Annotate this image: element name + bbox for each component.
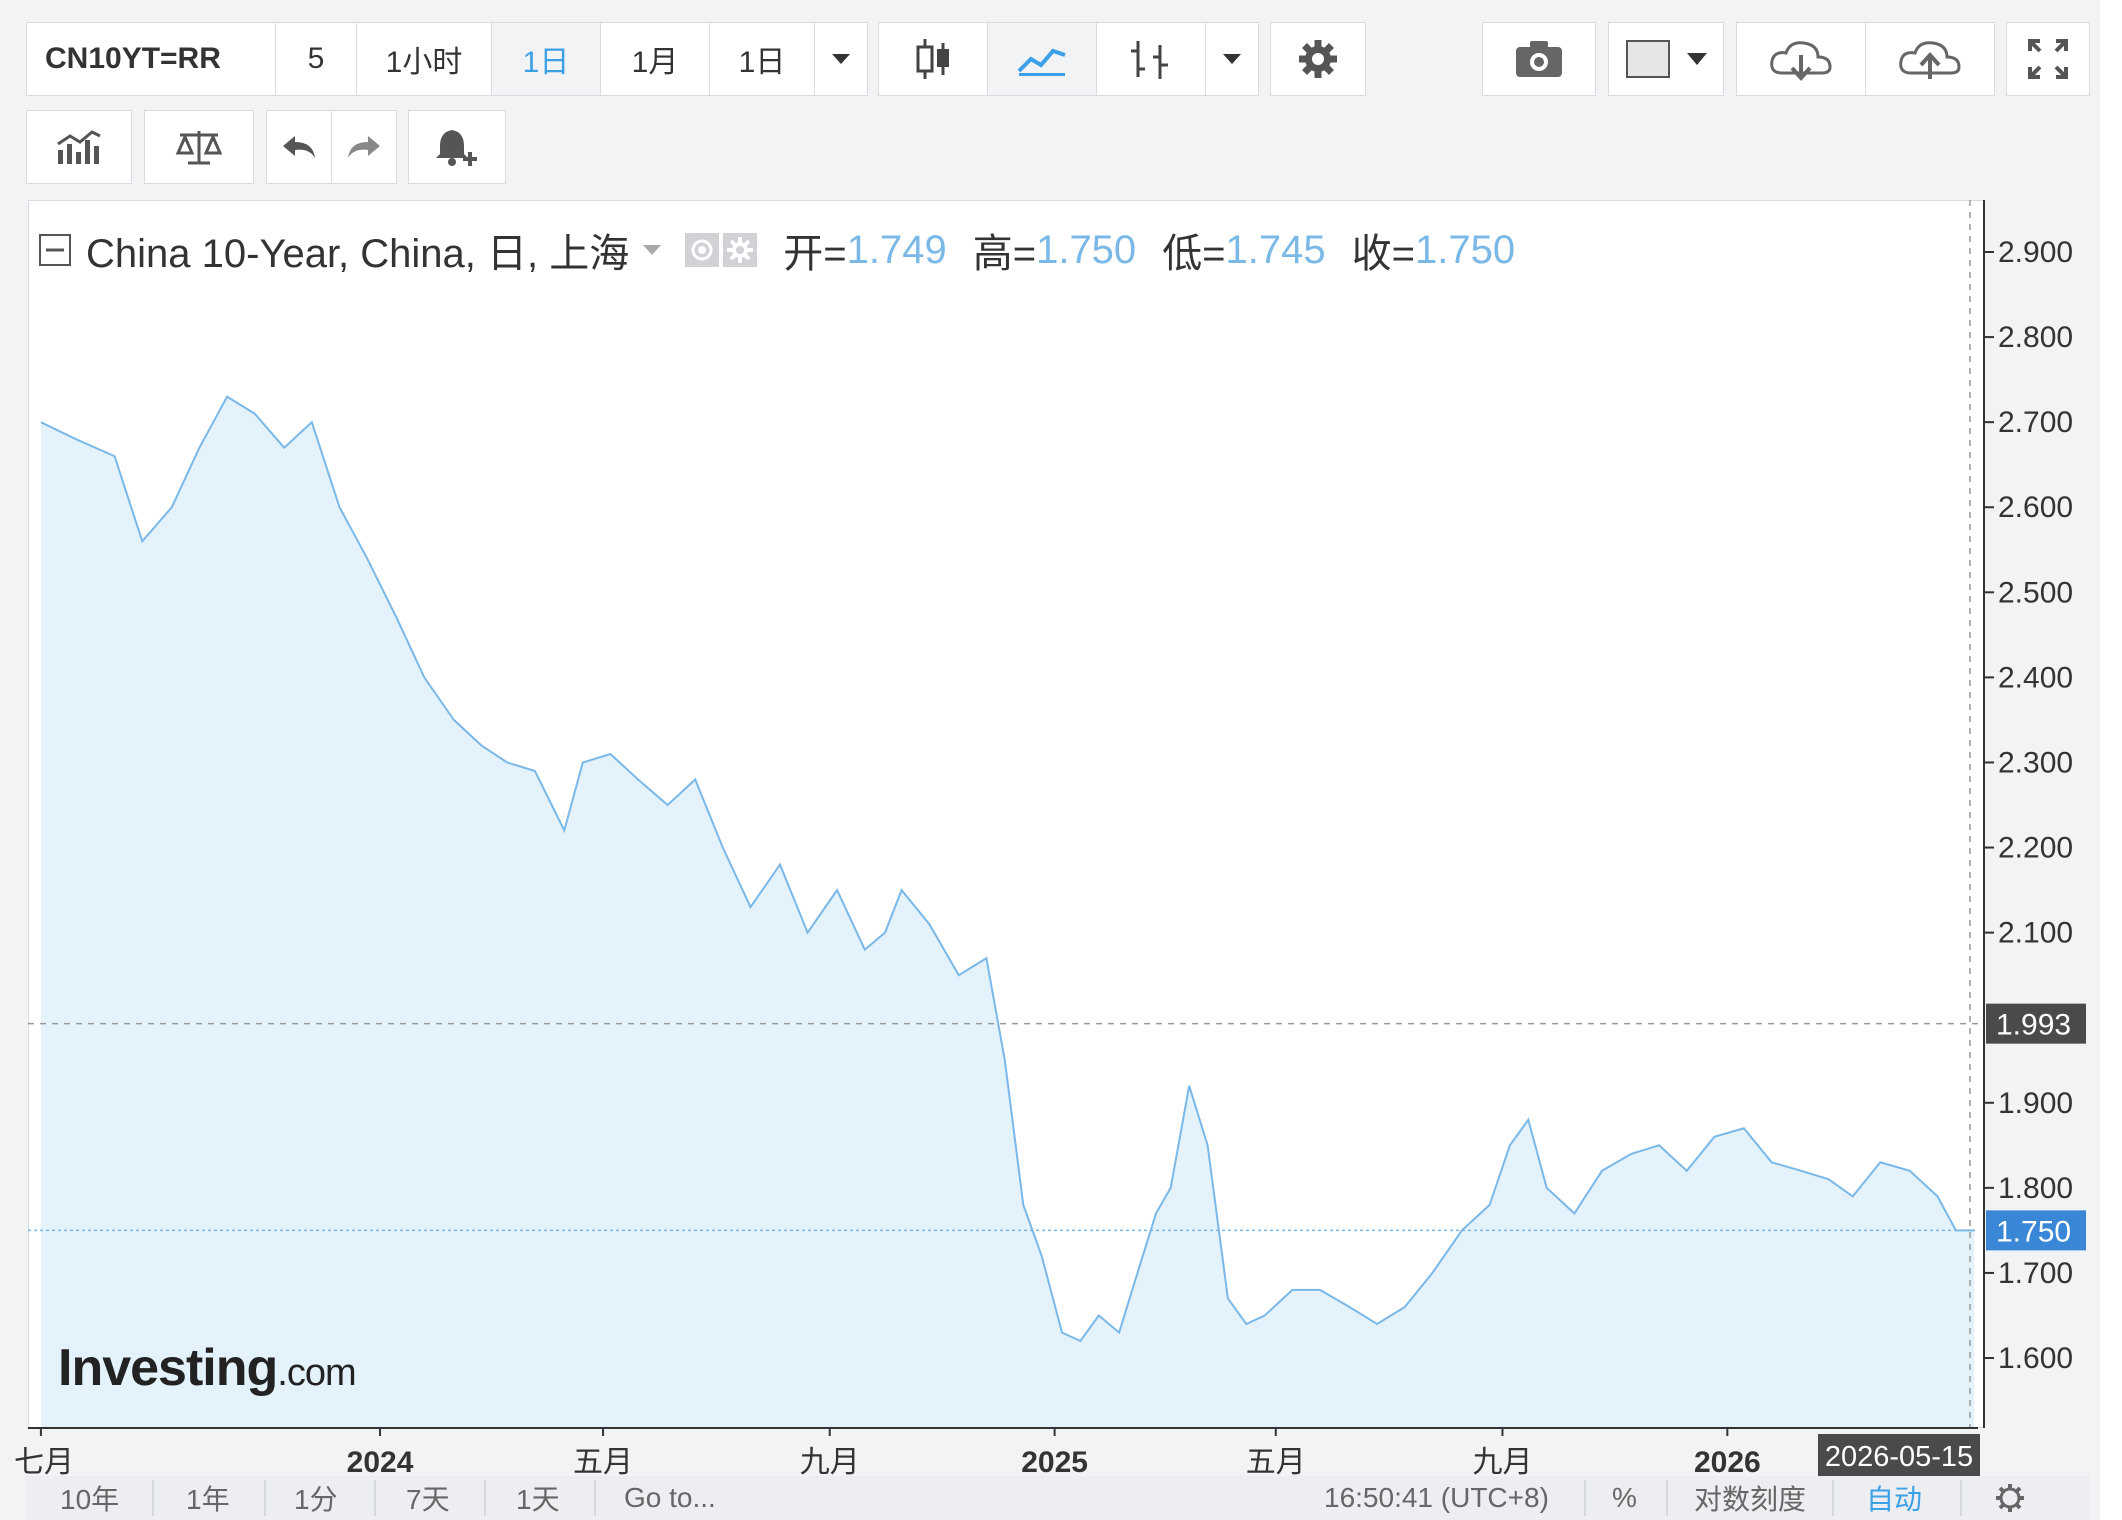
separator — [484, 1480, 486, 1516]
chevron-down-icon[interactable] — [641, 243, 663, 257]
y-tick-label: 1.700 — [1998, 1257, 2073, 1290]
area-layer — [28, 200, 1978, 1429]
separator — [152, 1480, 154, 1516]
x-tick-label: 九月 — [800, 1446, 860, 1479]
x-tick-label: 五月 — [1246, 1446, 1306, 1479]
y-tick-label: 1.600 — [1998, 1342, 2073, 1375]
auto-scale-toggle[interactable]: 自动 — [1866, 1476, 1922, 1520]
close-label: 收= — [1351, 232, 1416, 276]
x-tick-label: 2025 — [1021, 1446, 1088, 1479]
y-tick-label: 2.300 — [1998, 746, 2073, 779]
separator — [374, 1480, 376, 1516]
separator — [594, 1480, 596, 1516]
crosshair-price-label: 1.993 — [1996, 1009, 2071, 1042]
y-tick-label: 2.700 — [1998, 406, 2073, 439]
eye-icon[interactable] — [685, 233, 720, 267]
high-value: 1.750 — [1036, 227, 1137, 272]
series-title[interactable]: China 10-Year, China, 日, 上海 — [86, 221, 629, 279]
x-tick-label: 五月 — [573, 1446, 633, 1479]
y-tick-label: 2.900 — [1998, 236, 2073, 269]
gear-icon[interactable] — [723, 233, 758, 267]
range-1d[interactable]: 1天 — [516, 1476, 560, 1520]
y-tick-label: 2.200 — [1998, 832, 2073, 865]
logo-main: Investing — [58, 1339, 278, 1397]
separator — [264, 1480, 266, 1516]
low-value: 1.745 — [1225, 227, 1326, 272]
separator — [1960, 1480, 1962, 1516]
range-1y[interactable]: 1年 — [186, 1476, 230, 1520]
open-label: 开= — [783, 232, 847, 276]
y-tick-label: 2.800 — [1998, 321, 2073, 354]
x-axis: 七月 2024 五月 九月 2025 五月 九月 2026 — [14, 1427, 1978, 1479]
y-tick-label: 2.100 — [1998, 917, 2073, 950]
percent-toggle[interactable]: % — [1612, 1476, 1637, 1520]
chart-legend: China 10-Year, China, 日, 上海 开= 1.749 高= 1.… — [38, 220, 1515, 280]
x-tick-label: 2026 — [1694, 1446, 1761, 1479]
open-value: 1.749 — [846, 227, 947, 272]
range-1min[interactable]: 1分 — [294, 1476, 338, 1520]
clock-time: 16:50:41 (UTC+8) — [1324, 1482, 1549, 1513]
y-tick-label: 2.500 — [1998, 576, 2073, 609]
x-tick-label: 2024 — [347, 1446, 414, 1479]
crosshair-date-label: 2026-05-15 — [1825, 1441, 1973, 1473]
log-scale-toggle[interactable]: 对数刻度 — [1694, 1476, 1806, 1520]
collapse-icon[interactable] — [38, 233, 72, 267]
last-price-label: 1.750 — [1996, 1215, 2071, 1248]
high-label: 高= — [972, 232, 1037, 276]
separator — [1832, 1480, 1834, 1516]
price-area-fill — [40, 396, 1975, 1429]
gear-icon — [1996, 1484, 2024, 1512]
low-label: 低= — [1162, 232, 1226, 276]
range-7d[interactable]: 7天 — [406, 1476, 450, 1520]
x-tick-label: 七月 — [14, 1446, 74, 1479]
y-tick-label: 1.900 — [1998, 1087, 2073, 1120]
investing-logo: Investing.com — [58, 1338, 357, 1398]
y-tick-label: 2.400 — [1998, 661, 2073, 694]
separator — [1584, 1480, 1586, 1516]
range-10y[interactable]: 10年 — [60, 1476, 119, 1520]
y-tick-label: 1.800 — [1998, 1172, 2073, 1205]
close-value: 1.750 — [1415, 227, 1516, 272]
x-tick-label: 九月 — [1472, 1446, 1532, 1479]
logo-suffix: .com — [277, 1352, 356, 1394]
axis-settings-button[interactable] — [1994, 1476, 2026, 1520]
bottom-toolbar: 10年 1年 1分 7天 1天 Go to... 16:50:41 (UTC+8… — [26, 1476, 2090, 1520]
y-tick-label: 2.600 — [1998, 491, 2073, 524]
separator — [1666, 1480, 1668, 1516]
goto-button[interactable]: Go to... — [624, 1476, 716, 1520]
